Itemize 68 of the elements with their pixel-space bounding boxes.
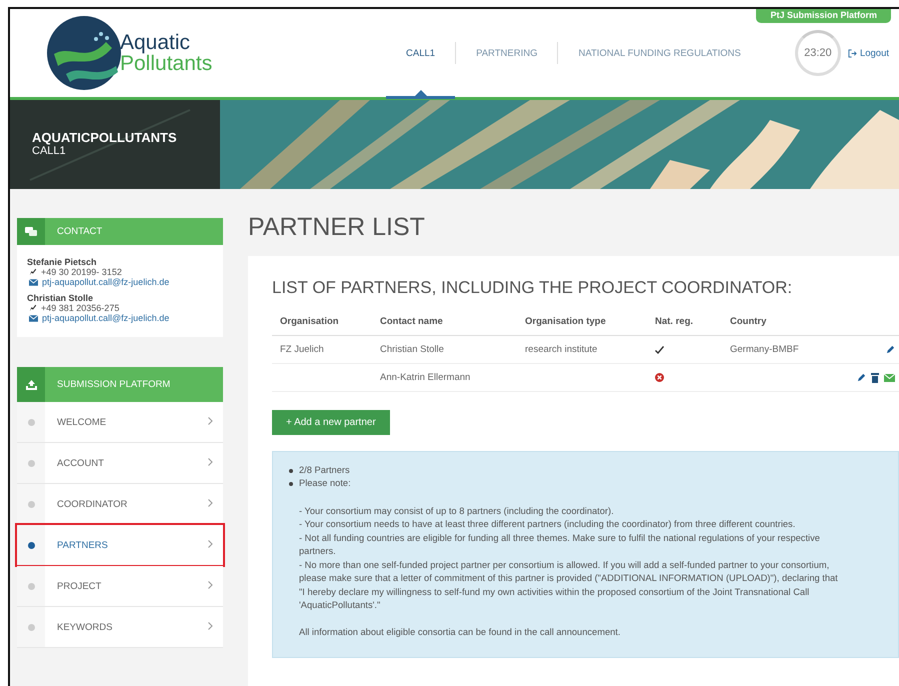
sidebar-item[interactable]: WELCOME [17,402,223,443]
envelope-icon[interactable] [884,374,895,382]
banner-subtitle: CALL1 [32,145,67,157]
platform-badge: PtJ Submission Platform [756,9,891,23]
note-item: Please note: [299,477,351,490]
table-cell: research institute [517,336,647,364]
status-dot [28,460,34,466]
logout-icon [848,48,857,58]
contact-name: Stefanie Pietsch [27,257,98,267]
status-dot [28,500,34,508]
note-text: - Your consortium may consist of up to 8 partners (including the coordinator). [299,504,615,518]
column-header: Nat. reg. [647,310,722,336]
status-dot [28,582,34,590]
logout-link[interactable]: Logout [848,48,889,58]
column-header: Organisation type [517,310,647,336]
email-link[interactable]: ptj-aquapollut.call@fz-juelich.de [42,277,170,287]
envelope-icon [29,278,38,286]
email-link[interactable]: ptj-aquapollut.call@fz-juelich.de [42,313,170,323]
note-text: - Your consortium needs to have at least three different partners (including the coordinator) from three different countries. [299,518,796,532]
bullet-icon [289,468,293,473]
chevron-icon [208,622,213,630]
sidebar-item[interactable]: PARTNERS [17,525,223,566]
column-header: Organisation [272,310,372,336]
chevron-icon [208,540,213,548]
contact-name: Christian Stolle [27,293,94,303]
nav-link[interactable]: PARTNERING [456,10,558,98]
phone-number: +49 381 20356-275 [41,303,120,313]
sidebar-item[interactable]: PROJECT [17,566,223,607]
upload-icon [26,380,36,390]
phone-icon [29,268,37,276]
pencil-icon[interactable] [857,373,866,382]
phone-number: +49 30 20199- 3152 [41,267,122,277]
chevron-icon [208,581,213,589]
chevron-icon [208,458,213,466]
chevron-icon [208,417,213,425]
note-text: - Not all funding countries are eligible for funding all three themes. Make sure to fulfil the national regulations of your respective partners. [299,532,821,558]
table-cell: Christian Stolle [372,336,517,364]
add-partner-button[interactable]: + Add a new partner [272,410,390,435]
note-text: All information about eligible consortia can be found in the call announcement. [299,626,622,637]
table-cell: Ann-Katrin Ellermann [372,364,517,392]
page-title: PARTNER LIST [248,213,426,242]
note-text: - No more than one self-funded project partner per consortium is allowed. If you will add a self-funded partner to your consortium, please make sure that a letter of commitment of this partner is provided ("ADDITIONAL INFORMATION (UPLOAD)"), declaring that "I hereby declare my willingness to self-fund my own activities within the proposed consortium of the Joint Transnational Call 'AquaticPollutants'." [299,558,839,612]
banner-title: AQUATICPOLLUTANTS [32,130,177,145]
phone-icon [29,304,37,312]
column-header: Country [722,310,842,336]
panel-title: SUBMISSION PLATFORM [57,379,170,390]
table-cell: FZ Juelich [272,336,372,364]
countdown-timer: 23:20 [794,30,841,76]
pencil-icon[interactable] [886,345,895,354]
status-dot [28,418,34,426]
chevron-icon [208,499,213,507]
sidebar-item[interactable]: ACCOUNT [17,443,223,484]
column-header: Contact name [372,310,517,336]
sidebar-item[interactable]: COORDINATOR [17,484,223,525]
note-item: 2/8 Partners [299,464,350,477]
envelope-icon [29,314,38,322]
trash-icon[interactable] [871,372,879,382]
section-heading: LIST OF PARTNERS, INCLUDING THE PROJECT COORDINATOR: [272,278,794,298]
sidebar-item[interactable]: KEYWORDS [17,607,223,648]
bullet-icon [289,482,293,486]
logo-text: Aquatic [120,32,192,53]
table-cell: Germany-BMBF [722,336,842,364]
status-dot [28,624,34,630]
status-dot [28,542,34,548]
panel-title: CONTACT [57,226,102,237]
caret-icon [414,90,427,96]
logo-text: Pollutants [120,53,212,74]
chat-icon [25,226,37,236]
